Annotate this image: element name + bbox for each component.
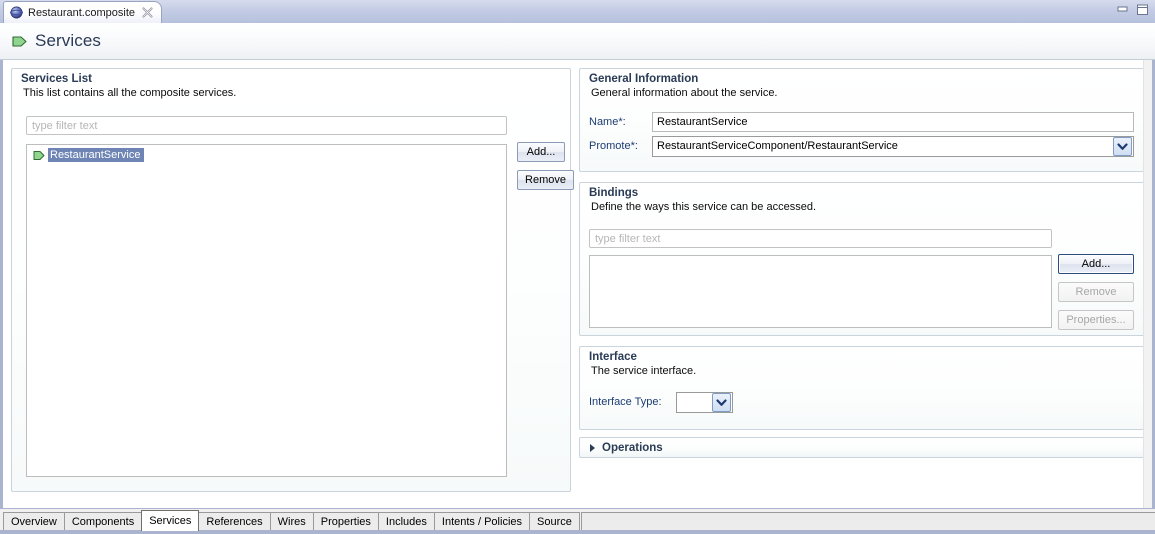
- chevron-down-icon[interactable]: [1113, 137, 1132, 156]
- name-label: Name*:: [589, 116, 626, 128]
- bindings-title: Bindings: [589, 187, 639, 199]
- maximize-icon[interactable]: [1136, 4, 1149, 15]
- list-item[interactable]: RestaurantService: [33, 148, 144, 162]
- tab-intents-policies[interactable]: Intents / Policies: [433, 512, 530, 531]
- tab-properties[interactable]: Properties: [312, 512, 379, 531]
- form-header: Services: [0, 23, 1155, 60]
- interface-section: Interface The service interface. Interfa…: [579, 346, 1145, 430]
- bindings-add-button[interactable]: Add...: [1058, 254, 1134, 274]
- interface-type-combobox[interactable]: [676, 392, 733, 413]
- window-controls: [1116, 4, 1149, 15]
- general-information-title: General Information: [589, 73, 699, 85]
- promote-combobox[interactable]: RestaurantServiceComponent/RestaurantSer…: [652, 136, 1134, 157]
- bindings-properties-button: Properties...: [1058, 310, 1134, 330]
- interface-title: Interface: [589, 351, 637, 363]
- tab-source[interactable]: Source: [529, 512, 580, 531]
- tab-overview[interactable]: Overview: [3, 512, 65, 531]
- editor-body: Services List This list contains all the…: [0, 60, 1155, 508]
- right-column: General Information General information …: [579, 68, 1145, 500]
- services-filter-input[interactable]: type filter text: [26, 116, 507, 135]
- services-remove-button[interactable]: Remove: [517, 170, 574, 190]
- operations-title: Operations: [602, 441, 663, 454]
- interface-description: The service interface.: [591, 365, 697, 377]
- bindings-remove-button: Remove: [1058, 282, 1134, 302]
- close-icon[interactable]: [142, 7, 153, 18]
- general-information-description: General information about the service.: [591, 87, 778, 99]
- promote-value: RestaurantServiceComponent/RestaurantSer…: [657, 140, 898, 152]
- editor-tab-restaurant-composite[interactable]: Restaurant.composite: [3, 1, 162, 23]
- chevron-down-icon[interactable]: [712, 393, 731, 412]
- right-scroll-rail[interactable]: [1143, 60, 1152, 508]
- tab-wires[interactable]: Wires: [269, 512, 314, 531]
- operations-section-header[interactable]: Operations: [579, 437, 1145, 458]
- composite-editor-window: Restaurant.composite Services Services L…: [0, 0, 1155, 534]
- services-add-button[interactable]: Add...: [517, 142, 565, 162]
- page-title: Services: [35, 31, 101, 50]
- bindings-description: Define the ways this service can be acce…: [591, 201, 817, 213]
- chevron-right-icon[interactable]: [590, 443, 595, 452]
- bindings-listbox[interactable]: [589, 255, 1052, 328]
- service-arrow-icon: [12, 35, 27, 48]
- tab-bar-filler: [580, 512, 1155, 531]
- bindings-section: Bindings Define the ways this service ca…: [579, 182, 1145, 336]
- editor-tab-strip: Restaurant.composite: [0, 0, 1155, 24]
- service-arrow-icon: [33, 150, 45, 161]
- editor-tab-label: Restaurant.composite: [28, 6, 135, 19]
- list-item-label: RestaurantService: [48, 148, 144, 162]
- promote-label: Promote*:: [589, 140, 638, 152]
- services-list-section: Services List This list contains all the…: [11, 68, 574, 492]
- minimize-icon[interactable]: [1116, 4, 1129, 15]
- services-list-description: This list contains all the composite ser…: [23, 87, 237, 99]
- tab-services[interactable]: Services: [141, 510, 200, 531]
- left-column: Services List This list contains all the…: [11, 68, 574, 500]
- name-field[interactable]: RestaurantService: [652, 112, 1134, 132]
- sphere-icon: [10, 6, 23, 19]
- services-list-title: Services List: [21, 73, 92, 85]
- tab-components[interactable]: Components: [63, 512, 143, 531]
- tab-includes[interactable]: Includes: [377, 512, 435, 531]
- tab-references[interactable]: References: [198, 512, 271, 531]
- interface-type-label: Interface Type:: [589, 396, 662, 408]
- general-information-section: General Information General information …: [579, 68, 1145, 172]
- bindings-filter-input[interactable]: type filter text: [589, 229, 1052, 248]
- services-listbox[interactable]: RestaurantService: [26, 144, 507, 477]
